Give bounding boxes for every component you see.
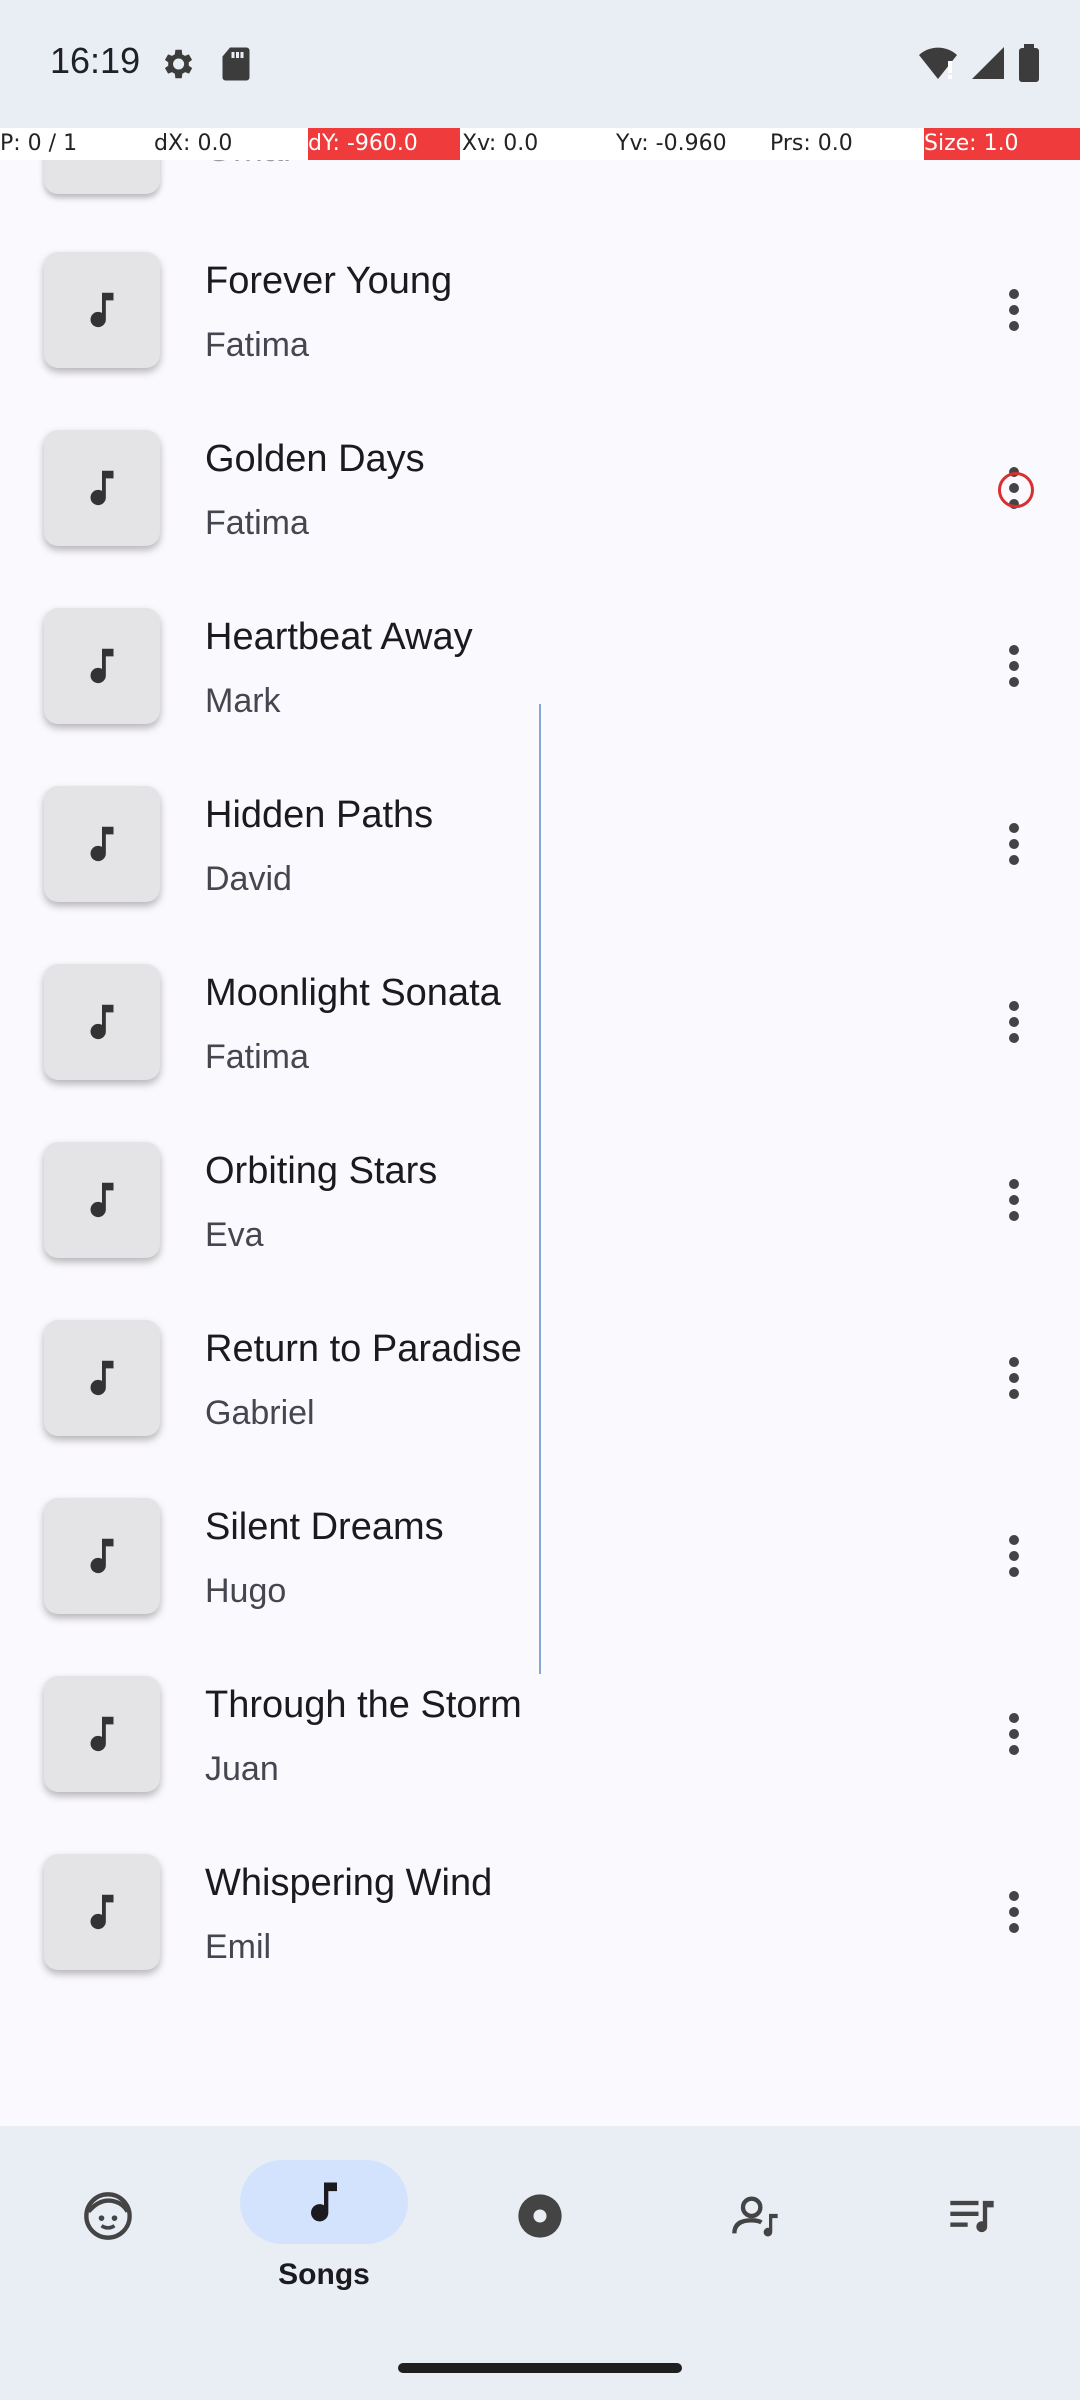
playlist-icon xyxy=(950,2200,994,2233)
song-artist: Fatima xyxy=(205,1038,309,1076)
more-vert-icon xyxy=(1009,1535,1019,1577)
battery-icon xyxy=(1019,44,1039,82)
more-vert-icon xyxy=(1009,1179,1019,1221)
song-row[interactable]: Forever Young Fatima xyxy=(0,222,1080,400)
debug-xv: Xv: 0.0 xyxy=(462,131,539,156)
bottom-navigation: Songs xyxy=(0,2126,1080,2400)
song-thumbnail xyxy=(44,1142,160,1258)
settings-gear-icon xyxy=(164,49,193,79)
song-more-options-button[interactable] xyxy=(986,1524,1042,1588)
debug-dy: dY: -960.0 xyxy=(308,128,460,160)
song-more-options-button[interactable] xyxy=(986,1880,1042,1944)
song-thumbnail xyxy=(44,430,160,546)
music-note-icon xyxy=(90,1360,114,1396)
song-more-options-button[interactable] xyxy=(986,1346,1042,1410)
music-note-icon xyxy=(90,1716,114,1752)
nav-for-you[interactable] xyxy=(0,2160,216,2300)
song-more-options-button[interactable] xyxy=(986,1168,1042,1232)
song-more-options-button[interactable] xyxy=(986,278,1042,342)
song-artist: Emil xyxy=(205,1928,272,1966)
status-time: 16:19 xyxy=(50,40,141,81)
more-vert-icon xyxy=(1009,1357,1019,1399)
song-more-options-button[interactable] xyxy=(986,990,1042,1054)
song-thumbnail xyxy=(44,964,160,1080)
music-note-icon xyxy=(90,1538,114,1574)
pointer-trace-line xyxy=(539,704,541,1674)
song-title: Silent Dreams xyxy=(205,1506,444,1548)
nav-albums[interactable] xyxy=(432,2160,648,2300)
sd-card-icon xyxy=(222,47,250,81)
music-note-icon xyxy=(90,1182,114,1218)
debug-prs: Prs: 0.0 xyxy=(770,131,853,156)
song-title: Through the Storm xyxy=(205,1684,522,1726)
music-note-icon xyxy=(90,1894,114,1930)
debug-dx: dX: 0.0 xyxy=(154,131,233,156)
music-note-icon xyxy=(311,2182,337,2222)
more-vert-icon xyxy=(1009,1891,1019,1933)
song-title: Hidden Paths xyxy=(205,794,434,836)
pointer-location-overlay: P: 0 / 1 dX: 0.0 dY: -960.0 Xv: 0.0 Yv: … xyxy=(0,128,1080,160)
song-thumbnail xyxy=(44,1854,160,1970)
song-title: Forever Young xyxy=(205,260,453,302)
more-vert-icon xyxy=(1009,467,1019,509)
music-note-icon xyxy=(90,648,114,684)
status-bar: 16:19 xyxy=(0,0,1080,128)
music-note-icon xyxy=(90,1004,114,1040)
songs-list-container[interactable]: Omar Forever YoungFatimaGolden DaysFatim… xyxy=(0,128,1080,2126)
music-note-icon xyxy=(90,470,114,506)
song-thumbnail xyxy=(44,786,160,902)
more-vert-icon xyxy=(1009,1001,1019,1043)
more-vert-icon xyxy=(1009,823,1019,865)
nav-artists[interactable] xyxy=(648,2160,864,2300)
wifi-icon xyxy=(919,47,957,79)
song-thumbnail xyxy=(44,608,160,724)
more-vert-icon xyxy=(1009,1713,1019,1755)
song-thumbnail xyxy=(44,1498,160,1614)
album-icon xyxy=(518,2194,562,2238)
song-title: Orbiting Stars xyxy=(205,1150,438,1192)
face-icon xyxy=(84,2192,132,2240)
song-artist: Fatima xyxy=(205,504,309,542)
nav-songs[interactable]: Songs xyxy=(216,2160,432,2300)
more-vert-icon xyxy=(1009,645,1019,687)
song-artist: Fatima xyxy=(205,326,309,364)
more-vert-icon xyxy=(1009,289,1019,331)
nav-songs-label: Songs xyxy=(278,2258,370,2291)
status-icons xyxy=(918,44,1040,82)
song-title: Return to Paradise xyxy=(205,1328,522,1370)
song-more-options-button[interactable] xyxy=(986,1702,1042,1766)
song-thumbnail xyxy=(44,252,160,368)
song-thumbnail xyxy=(44,1676,160,1792)
song-artist: Gabriel xyxy=(205,1394,315,1432)
song-more-options-button[interactable] xyxy=(986,812,1042,876)
song-artist: Mark xyxy=(205,682,281,720)
artist-icon xyxy=(732,2196,778,2237)
song-thumbnail xyxy=(44,1320,160,1436)
gesture-handle[interactable] xyxy=(398,2363,682,2373)
song-artist: David xyxy=(205,860,292,898)
debug-pointer: P: 0 / 1 xyxy=(0,131,78,156)
song-title: Heartbeat Away xyxy=(205,616,473,658)
nav-playlists[interactable] xyxy=(864,2160,1080,2300)
debug-yv: Yv: -0.960 xyxy=(616,131,727,156)
debug-size: Size: 1.0 xyxy=(924,128,1080,160)
song-title: Whispering Wind xyxy=(205,1862,493,1904)
song-title: Moonlight Sonata xyxy=(205,972,501,1014)
song-more-options-button[interactable] xyxy=(986,634,1042,698)
song-row[interactable]: Golden Days Fatima xyxy=(0,400,1080,578)
song-artist: Eva xyxy=(205,1216,264,1254)
song-title: Golden Days xyxy=(205,438,425,480)
music-note-icon xyxy=(90,292,114,328)
song-row[interactable]: Whispering Wind Emil xyxy=(0,1824,1080,2002)
song-more-options-button[interactable] xyxy=(986,456,1042,520)
cell-signal-icon xyxy=(972,47,1004,79)
nav-songs-active-indicator xyxy=(240,2160,408,2244)
song-artist: Hugo xyxy=(205,1572,287,1610)
music-note-icon xyxy=(90,826,114,862)
song-artist: Juan xyxy=(205,1750,279,1788)
